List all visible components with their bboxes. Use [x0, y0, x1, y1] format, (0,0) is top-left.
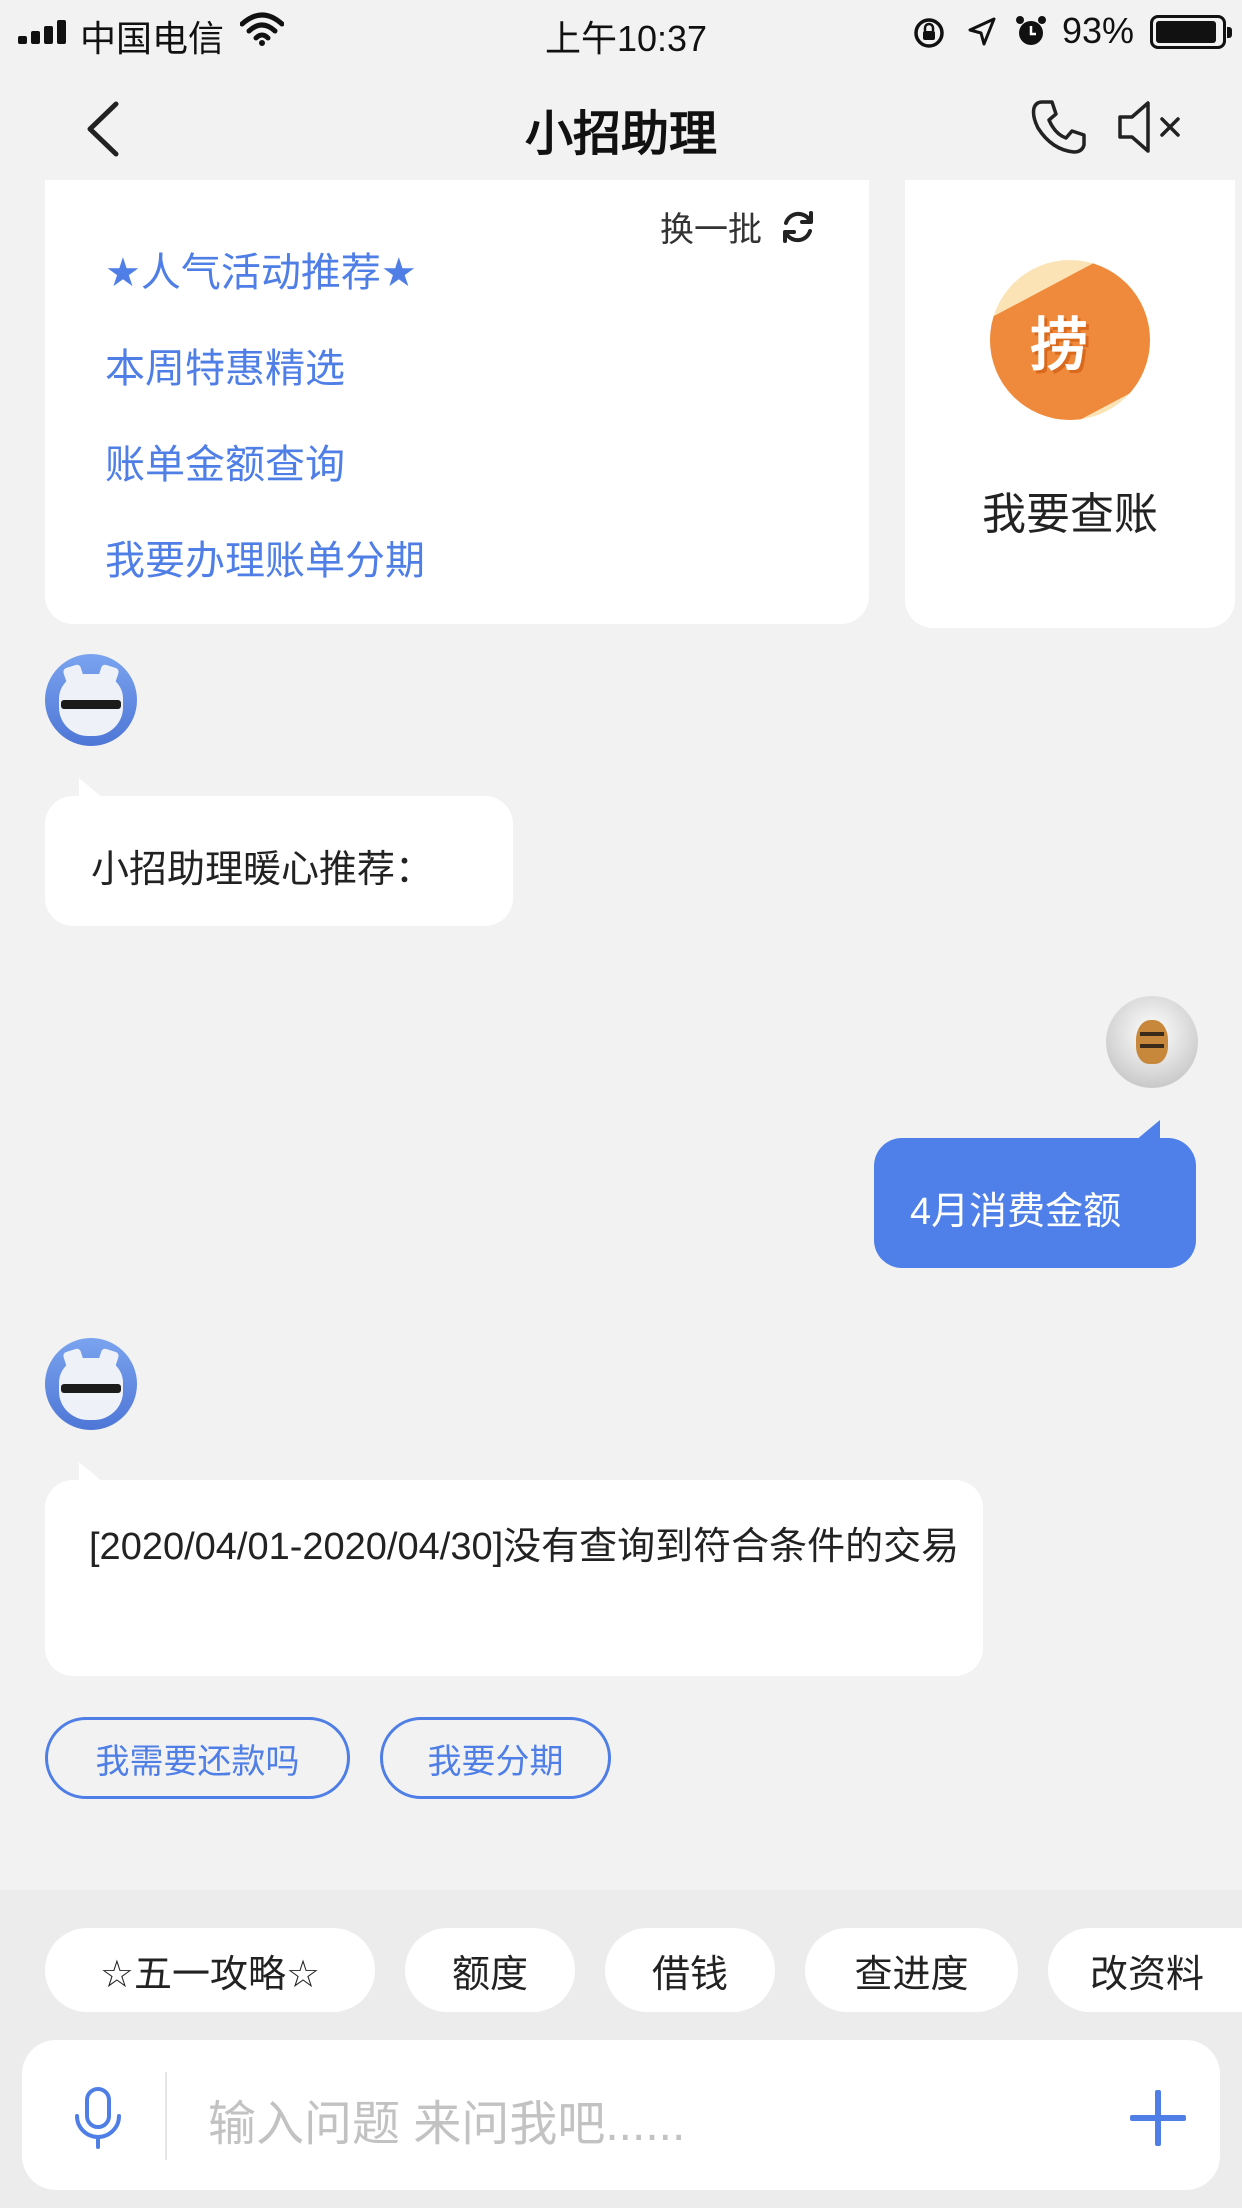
- bot-message-bubble: [2020/04/01-2020/04/30]没有查询到符合条件的交易: [45, 1462, 983, 1676]
- input-divider: [165, 2072, 167, 2160]
- user-avatar: [1106, 996, 1198, 1088]
- wifi-icon: [240, 12, 284, 46]
- user-message-text: 4月消费金额: [910, 1191, 1122, 1233]
- user-message-bubble: 4月消费金额: [874, 1120, 1196, 1268]
- refresh-label: 换一批: [660, 211, 762, 249]
- nav-bar: 小招助理: [0, 62, 1242, 192]
- message-input[interactable]: 输入问题 来问我吧......: [208, 2084, 685, 2154]
- speaker-mute-icon[interactable]: [1116, 98, 1186, 156]
- suggestion-chip-installment[interactable]: 我要分期: [380, 1717, 611, 1799]
- battery-icon: [1150, 15, 1232, 49]
- carrier-name: 中国电信: [80, 18, 225, 59]
- refresh-button[interactable]: 换一批: [660, 202, 818, 251]
- battery-percent: 93%: [1062, 10, 1135, 51]
- plus-icon[interactable]: [1130, 2090, 1186, 2146]
- status-bar: 中国电信 上午10:37 93%: [0, 0, 1242, 62]
- quick-action-check-progress[interactable]: 查进度: [805, 1928, 1018, 2012]
- signal-icon: [18, 20, 74, 44]
- alarm-icon: [1016, 16, 1046, 45]
- bot-avatar: [45, 654, 137, 746]
- microphone-icon[interactable]: [72, 2086, 124, 2150]
- menu-item-weekly-deals[interactable]: 本周特惠精选: [105, 336, 345, 394]
- search-bill-icon: 捞: [990, 260, 1150, 420]
- quick-action-edit-profile[interactable]: 改资料: [1048, 1928, 1242, 2012]
- bot-message-text: 小招助理暖心推荐：: [91, 849, 434, 891]
- menu-item-popular-activities[interactable]: ★人气活动推荐★: [105, 240, 417, 298]
- quick-action-borrow[interactable]: 借钱: [605, 1928, 775, 2012]
- bot-message-text: [2020/04/01-2020/04/30]没有查询到符合条件的交易: [89, 1526, 960, 1568]
- bot-avatar: [45, 1338, 137, 1430]
- rotation-lock-icon: [914, 18, 944, 48]
- menu-item-bill-amount[interactable]: 账单金额查询: [105, 432, 345, 490]
- menu-item-bill-installment[interactable]: 我要办理账单分期: [105, 528, 425, 586]
- quick-action-may-day-guide[interactable]: ☆五一攻略☆: [45, 1928, 375, 2012]
- check-bill-label: 我要查账: [982, 490, 1158, 539]
- refresh-icon: [783, 210, 813, 243]
- location-icon: [968, 17, 996, 46]
- bot-message-bubble: 小招助理暖心推荐：: [45, 778, 513, 926]
- suggestion-chip-repayment[interactable]: 我需要还款吗: [45, 1717, 350, 1799]
- phone-icon[interactable]: [1028, 96, 1090, 158]
- quick-action-credit-limit[interactable]: 额度: [405, 1928, 575, 2012]
- status-time: 上午10:37: [544, 18, 708, 59]
